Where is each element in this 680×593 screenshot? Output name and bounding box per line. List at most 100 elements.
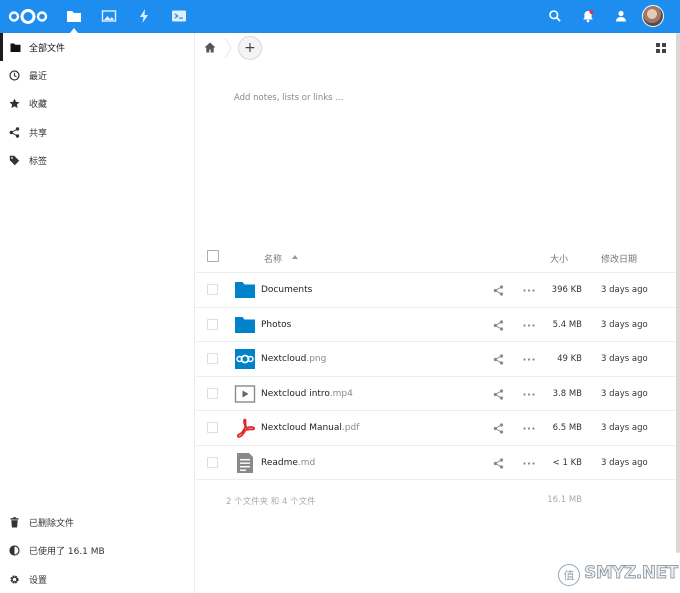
file-row[interactable]: Documents 396 KB 3 days ago [196,273,676,308]
nextcloud-logo[interactable] [8,8,48,25]
row-checkbox[interactable] [207,387,218,399]
share-icon[interactable] [493,388,504,400]
file-row[interactable]: Nextcloud intro.mp4 3.8 MB 3 days ago [196,377,676,411]
sidebar-quota[interactable]: 已使用了 16.1 MB [0,536,195,564]
folder-icon [10,43,21,52]
share-icon[interactable] [493,423,504,434]
trash-icon [10,516,19,527]
file-modified-date: 3 days ago [601,354,648,364]
file-size: 396 KB [551,285,582,295]
file-modified-date: 3 days ago [601,319,648,330]
file-modified-date: 3 days ago [601,457,648,468]
file-size: < 1 KB [552,457,582,468]
file-row[interactable]: Nextcloud Manual.pdf 6.5 MB 3 days ago [196,411,676,446]
app-files-folder-icon[interactable] [66,8,82,33]
sidebar-item-label: 已删除文件 [29,518,75,529]
search-icon[interactable] [548,9,562,23]
file-size: 5.4 MB [552,319,582,330]
row-checkbox[interactable] [207,422,218,433]
sidebar-item-settings[interactable]: 设置 [0,565,195,593]
file-modified-date: 3 days ago [601,423,648,433]
more-options-icon[interactable] [523,461,535,465]
more-options-icon[interactable] [523,427,535,430]
bell-icon[interactable] [581,9,595,23]
sidebar-item-label: 共享 [29,128,48,139]
top-header [0,0,680,33]
share-icon [9,126,20,138]
column-date-header[interactable]: 修改日期 [601,252,637,265]
text-file-icon [237,452,253,473]
star-icon [9,98,20,108]
file-name[interactable]: Photos [261,320,291,330]
home-icon[interactable] [204,42,216,53]
more-options-icon[interactable] [523,323,535,327]
file-name[interactable]: Documents [261,285,312,295]
file-count-summary: 2 个文件夹 和 4 个文件 [226,497,316,507]
app-activity-lightning-icon[interactable] [136,8,152,24]
video-file-icon [234,384,256,403]
total-size-summary: 16.1 MB [547,495,582,505]
contacts-icon[interactable] [614,9,628,23]
grid-view-icon[interactable] [656,43,666,53]
row-checkbox[interactable] [207,318,218,330]
user-avatar[interactable] [642,5,664,27]
file-name[interactable]: Nextcloud.png [261,354,326,364]
file-size: 6.5 MB [552,423,582,433]
sidebar-item-label: 标签 [29,156,48,167]
pie-chart-icon [9,544,20,556]
file-size: 49 KB [557,354,582,364]
column-size-header[interactable]: 大小 [550,252,568,265]
row-checkbox[interactable] [207,353,218,364]
more-options-icon[interactable] [523,392,535,396]
clock-icon [9,69,20,81]
file-table-header: 名称 大小 修改日期 [196,243,676,273]
sidebar-item-label: 全部文件 [29,43,66,54]
app-photos-image-icon[interactable] [101,8,117,24]
more-options-icon[interactable] [523,358,535,361]
breadcrumb-separator [224,37,232,59]
sidebar-item-favorites[interactable]: 收藏 [0,89,195,117]
sort-ascending-icon [292,255,298,259]
sidebar-item-tags[interactable]: 标签 [0,146,195,174]
file-row[interactable]: Photos 5.4 MB 3 days ago [196,308,676,342]
sidebar-item-label: 收藏 [29,99,48,110]
watermark: 值 SMYZ.NET [558,562,679,588]
sidebar-item-label: 设置 [29,575,48,586]
file-name[interactable]: Nextcloud Manual.pdf [261,423,359,433]
file-modified-date: 3 days ago [601,388,648,399]
file-name[interactable]: Readme.md [261,458,315,468]
row-checkbox[interactable] [207,284,218,295]
share-icon[interactable] [493,354,504,365]
folder-icon [235,282,255,298]
sidebar: 全部文件 最近 收藏 共享 标签 已删除文件 已使用了 16.1 MB 设置 [0,33,195,593]
app-terminal-icon[interactable] [171,8,187,24]
pdf-file-icon [236,418,256,438]
row-checkbox[interactable] [207,456,218,468]
column-name-header[interactable]: 名称 [264,252,282,265]
sidebar-item-recent[interactable]: 最近 [0,61,195,89]
sidebar-item-shared[interactable]: 共享 [0,118,195,146]
file-row[interactable]: Nextcloud.png 49 KB 3 days ago [196,342,676,377]
sidebar-item-deleted-files[interactable]: 已删除文件 [0,508,195,536]
notes-placeholder[interactable]: Add notes, lists or links ... [234,93,343,103]
add-new-button[interactable]: + [238,36,262,60]
quota-label: 已使用了 16.1 MB [29,546,105,557]
file-modified-date: 3 days ago [601,285,648,295]
file-row[interactable]: Readme.md < 1 KB 3 days ago [196,446,676,480]
vertical-scrollbar[interactable] [676,33,680,553]
share-icon[interactable] [493,285,504,296]
folder-icon [235,316,255,333]
sidebar-item-all-files[interactable]: 全部文件 [0,33,195,61]
watermark-badge: 值 [558,564,580,586]
share-icon[interactable] [493,457,504,469]
watermark-text: SMYZ.NET [584,563,679,584]
tag-icon [9,155,20,165]
sidebar-item-label: 最近 [29,71,48,82]
file-size: 3.8 MB [552,388,582,399]
select-all-checkbox[interactable] [207,250,219,262]
image-file-icon [235,349,255,369]
share-icon[interactable] [493,319,504,331]
file-name[interactable]: Nextcloud intro.mp4 [261,389,353,399]
more-options-icon[interactable] [523,289,535,292]
file-summary: 2 个文件夹 和 4 个文件 16.1 MB [196,487,676,517]
